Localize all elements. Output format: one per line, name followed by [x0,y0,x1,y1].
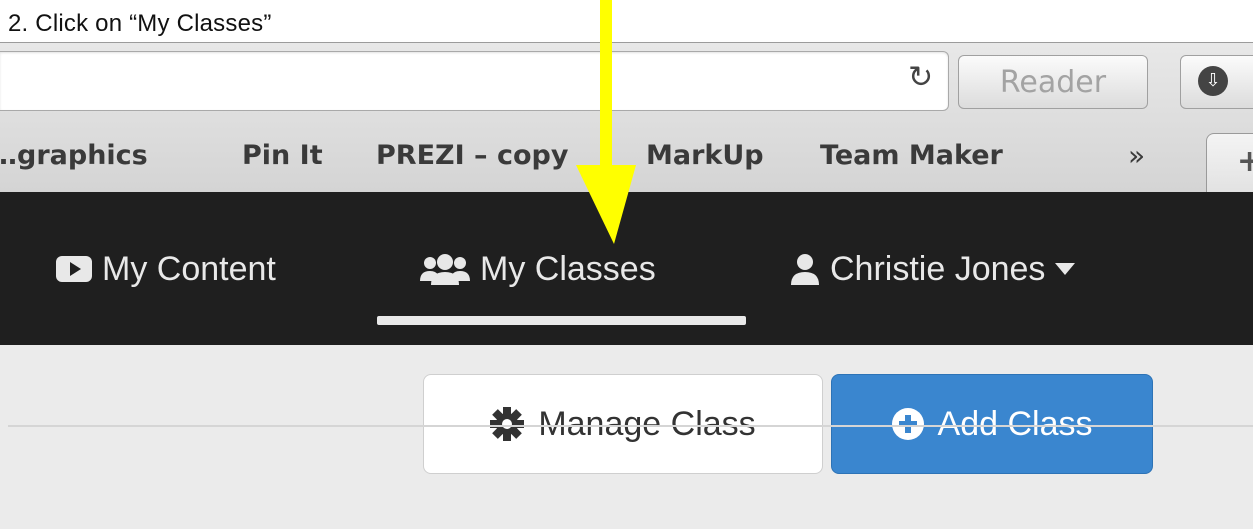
annotation-arrow-icon [576,0,636,244]
video-play-icon [56,256,92,282]
plus-icon: + [1237,144,1253,179]
users-icon [420,254,470,285]
nav-my-content-label: My Content [102,250,276,288]
nav-my-content[interactable]: My Content [56,244,276,294]
reader-button[interactable]: Reader [958,55,1148,109]
manage-class-button[interactable]: Manage Class [423,374,823,474]
nav-my-classes[interactable]: My Classes [420,244,656,294]
active-tab-underline [377,316,746,325]
user-icon [791,254,819,285]
class-toolbar-area: Manage Class Add Class [0,345,1253,529]
bookmark-prezi-copy[interactable]: PREZI – copy [376,131,568,181]
caret-down-icon [1055,263,1076,275]
manage-class-label: Manage Class [538,404,756,443]
instruction-caption: 2. Click on “My Classes” [8,10,272,37]
address-bar[interactable] [0,51,949,111]
nav-my-classes-label: My Classes [480,250,656,288]
bookmark-graphics[interactable]: …graphics [0,131,148,181]
nav-user-name: Christie Jones [830,250,1046,288]
nav-user-menu[interactable]: Christie Jones [790,244,1076,294]
bookmarks-overflow-icon[interactable]: » [1128,131,1145,181]
bookmark-pin-it[interactable]: Pin It [242,131,323,181]
add-class-label: Add Class [937,404,1093,443]
plus-circle-icon [891,408,924,440]
add-class-button[interactable]: Add Class [831,374,1153,474]
download-icon: ⇩ [1198,66,1228,96]
reload-icon[interactable]: ↻ [908,63,933,93]
toolbar-divider [8,425,1253,427]
bookmark-team-maker[interactable]: Team Maker [820,131,1003,181]
new-tab-button[interactable]: + [1206,133,1253,193]
downloads-button[interactable]: ⇩ [1180,55,1253,109]
gear-icon [490,407,525,441]
